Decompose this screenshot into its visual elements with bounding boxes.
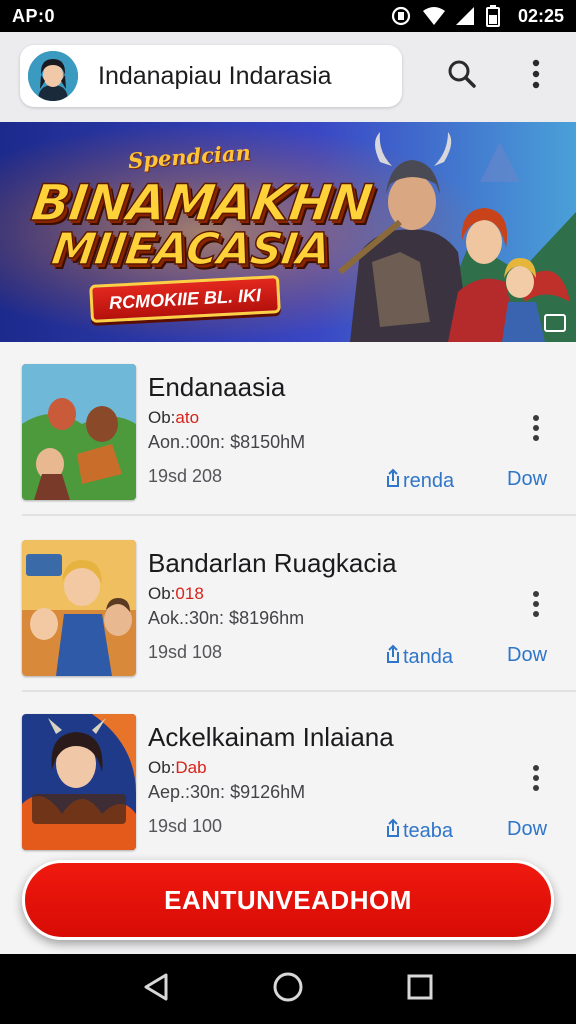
system-nav-bar xyxy=(0,954,576,1024)
recents-icon xyxy=(406,973,434,1006)
notification-icon xyxy=(390,5,412,27)
app-thumbnail xyxy=(22,364,136,500)
app-meta: Ob:Dab xyxy=(148,758,207,778)
more-vert-icon xyxy=(532,763,540,798)
app-meta-value: 018 xyxy=(175,584,204,603)
search-button[interactable] xyxy=(442,56,482,96)
share-label: tanda xyxy=(403,645,454,668)
share-label: teaba xyxy=(403,819,454,842)
list-item[interactable]: Endanaasia Ob:ato Aon.:00n: $8150hM 19sd… xyxy=(0,342,576,516)
app-meta: Ob:ato xyxy=(148,408,199,428)
signal-icon xyxy=(454,5,476,27)
share-icon xyxy=(386,468,400,494)
item-menu-button[interactable] xyxy=(522,586,550,626)
promo-banner[interactable]: Spendcian BINAMAKHN MIIEACASIA RCMOKIIE … xyxy=(0,122,576,342)
list-item[interactable]: Ackelkainam Inlaiana Ob:Dab Aep.:30n: $9… xyxy=(0,692,576,866)
share-button[interactable]: renda xyxy=(386,468,454,494)
back-icon xyxy=(142,972,170,1007)
app-thumbnail xyxy=(22,540,136,676)
app-size: 19sd 108 xyxy=(148,642,223,662)
status-bar: AP:0 02:25 xyxy=(0,0,576,32)
search-icon xyxy=(447,59,477,94)
app-meta-label: Ob: xyxy=(148,584,176,603)
carrier-label: AP:0 xyxy=(12,5,56,26)
back-button[interactable] xyxy=(132,965,180,1013)
share-icon xyxy=(386,818,400,844)
top-app-bar: Indanapiau Indarasia xyxy=(0,32,576,122)
share-icon xyxy=(386,644,400,670)
download-button[interactable]: Dow xyxy=(507,644,547,667)
divider xyxy=(22,514,576,516)
item-menu-button[interactable] xyxy=(522,410,550,450)
app-size: 19sd 208 xyxy=(148,466,223,486)
download-button[interactable]: Dow xyxy=(507,818,547,841)
app-title: Bandarlan Ruagkacia xyxy=(148,548,397,578)
more-vert-icon xyxy=(532,589,540,624)
app-title: Endanaasia xyxy=(148,372,286,402)
list-item[interactable]: Bandarlan Ruagkacia Ob:018 Aok.:30n: $81… xyxy=(0,518,576,692)
avatar[interactable] xyxy=(28,51,78,101)
screen: AP:0 02:25 Indanapiau Indarasia Spendcia… xyxy=(0,0,576,1024)
primary-cta-button[interactable]: EANTUNVEADHOM xyxy=(22,860,554,940)
battery-icon xyxy=(485,5,508,27)
item-menu-button[interactable] xyxy=(522,760,550,800)
overflow-menu-button[interactable] xyxy=(516,56,556,96)
app-stats: Aep.:30n: $9126hM xyxy=(148,782,306,802)
app-meta-label: Ob: xyxy=(148,408,176,427)
recents-button[interactable] xyxy=(396,965,444,1013)
app-meta-value: ato xyxy=(175,408,200,427)
app-title: Ackelkainam Inlaiana xyxy=(148,722,394,752)
search-query[interactable]: Indanapiau Indarasia xyxy=(98,62,332,91)
share-button[interactable]: tanda xyxy=(386,644,453,670)
more-vert-icon xyxy=(531,59,541,94)
app-meta-value: Dab xyxy=(175,758,207,777)
share-button[interactable]: teaba xyxy=(386,818,453,844)
app-stats: Aok.:30n: $8196hm xyxy=(148,608,305,628)
home-button[interactable] xyxy=(264,965,312,1013)
app-size: 19sd 100 xyxy=(148,816,223,836)
search-box[interactable]: Indanapiau Indarasia xyxy=(20,45,402,107)
clock: 02:25 xyxy=(517,5,564,26)
home-icon xyxy=(272,971,304,1008)
app-stats: Aon.:00n: $8150hM xyxy=(148,432,306,452)
app-meta: Ob:018 xyxy=(148,584,204,604)
image-icon xyxy=(544,314,566,332)
status-icons: 02:25 xyxy=(390,5,564,27)
app-thumbnail xyxy=(22,714,136,850)
wifi-icon xyxy=(422,5,445,27)
more-vert-icon xyxy=(532,413,540,448)
banner-title-line-2: MIIEACASIA xyxy=(48,223,334,276)
app-meta-label: Ob: xyxy=(148,758,176,777)
download-button[interactable]: Dow xyxy=(507,468,547,491)
share-label: renda xyxy=(403,469,455,492)
